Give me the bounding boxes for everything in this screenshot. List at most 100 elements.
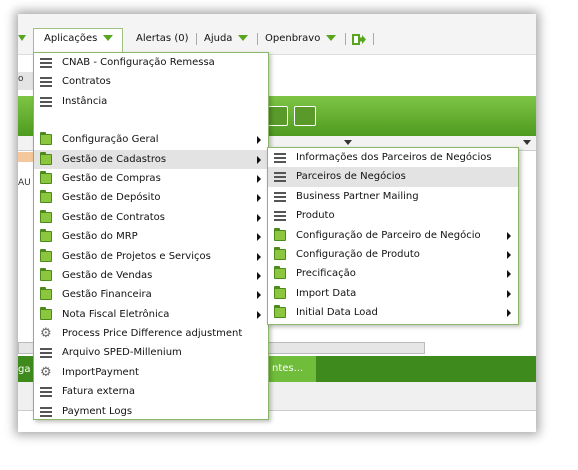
folder-icon — [40, 190, 52, 204]
chevron-right-icon — [257, 136, 261, 145]
background-label: ga — [18, 364, 31, 375]
chevron-right-icon — [507, 270, 511, 279]
menu-item-label: Configuração Geral — [62, 134, 159, 146]
left-caret-fragment — [18, 31, 26, 47]
folder-icon — [274, 246, 286, 260]
menu-item[interactable]: Gestão de Vendas — [34, 266, 268, 285]
list-icon — [40, 95, 52, 107]
menu-item-label: Contratos — [62, 76, 111, 88]
folder-icon — [40, 209, 52, 223]
list-icon — [40, 76, 52, 88]
divider — [345, 33, 346, 45]
menu-item[interactable]: ⚙ Process Price Difference adjustment — [34, 324, 268, 343]
menu-item[interactable]: Payment Logs — [34, 402, 268, 421]
folder-icon — [40, 151, 52, 165]
chevron-right-icon — [257, 155, 261, 164]
gestao-de-cadastros-submenu: Informações dos Parceiros de Negócios Par… — [267, 147, 519, 325]
gear-icon: ⚙ — [40, 364, 52, 380]
menu-item-label: Configuração de Parceiro de Negócio — [296, 229, 481, 241]
menu-item-label: Gestão do MRP — [62, 231, 138, 243]
chevron-right-icon — [257, 310, 261, 319]
chevron-right-icon — [257, 174, 261, 183]
chevron-right-icon — [507, 250, 511, 259]
menu-separator — [34, 111, 268, 130]
menu-item-label: Gestão Financeira — [62, 289, 152, 301]
menu-item-label: Arquivo SPED-Millenium — [62, 347, 182, 359]
menu-item[interactable]: Configuração de Produto — [268, 245, 518, 264]
folder-icon — [40, 248, 52, 262]
menu-item[interactable]: Instância — [34, 92, 268, 111]
menu-item-label: Precificação — [296, 268, 356, 280]
column-dropdown-icon[interactable] — [344, 140, 352, 145]
folder-icon — [40, 132, 52, 146]
menu-item[interactable]: ⚙ ImportPayment — [34, 363, 268, 382]
menu-item-label: Gestão de Projetos e Serviços — [62, 250, 211, 262]
chevron-right-icon — [507, 309, 511, 318]
menu-item[interactable]: Gestão de Depósito — [34, 188, 268, 207]
applications-label: Aplicações — [44, 33, 98, 44]
menu-item[interactable]: Configuração de Parceiro de Negócio — [268, 226, 518, 245]
folder-icon — [274, 305, 286, 319]
menu-item[interactable]: Gestão de Projetos e Serviços — [34, 247, 268, 266]
openbravo-menu-button[interactable]: Openbravo — [265, 31, 337, 47]
list-icon — [274, 171, 286, 183]
bottom-tab[interactable]: ntes... — [268, 356, 316, 382]
chevron-right-icon — [257, 194, 261, 203]
menu-item[interactable]: Business Partner Mailing — [268, 187, 518, 206]
list-icon — [274, 152, 286, 163]
background-label: o — [18, 74, 24, 84]
menu-item-label: Informações dos Parceiros de Negócios — [296, 152, 492, 163]
menu-item-label: Import Data — [296, 287, 357, 299]
folder-icon — [40, 287, 52, 301]
folder-icon — [274, 285, 286, 299]
menu-item-label: CNAB - Configuração Remessa — [62, 57, 215, 68]
help-menu-button[interactable]: Ajuda — [204, 31, 249, 47]
menu-item[interactable]: Informações dos Parceiros de Negócios — [268, 148, 518, 167]
menu-item[interactable]: Gestão do MRP — [34, 227, 268, 246]
menu-item[interactable]: Contratos — [34, 72, 268, 91]
menu-item[interactable]: CNAB - Configuração Remessa — [34, 53, 268, 72]
menu-item[interactable]: Initial Data Load — [268, 303, 518, 322]
alerts-link[interactable]: Alertas (0) — [136, 31, 189, 47]
menu-item[interactable]: Gestão de Cadastros — [34, 149, 268, 169]
folder-icon — [274, 227, 286, 241]
list-icon — [274, 210, 286, 222]
chevron-down-icon — [103, 35, 114, 41]
list-icon — [40, 57, 52, 68]
menu-item[interactable]: Fatura externa — [34, 382, 268, 401]
toolbar-window-icon[interactable] — [294, 106, 316, 126]
menu-item[interactable]: Gestão Financeira — [34, 285, 268, 304]
folder-icon — [40, 229, 52, 243]
list-icon — [40, 405, 52, 417]
menu-item-label: Instância — [62, 95, 108, 107]
menu-item-label: Produto — [296, 210, 335, 222]
menu-item[interactable]: Gestão de Contratos — [34, 208, 268, 227]
list-icon — [40, 347, 52, 359]
menu-item[interactable]: Parceiros de Negócios — [268, 167, 518, 187]
menu-item[interactable]: Nota Fiscal Eletrônica — [34, 305, 268, 324]
menu-item-label: Process Price Difference adjustment — [62, 328, 243, 340]
menu-item[interactable]: Gestão de Compras — [34, 169, 268, 188]
column-dropdown-icon[interactable] — [523, 140, 531, 145]
menu-item[interactable]: Produto — [268, 206, 518, 225]
chevron-right-icon — [257, 271, 261, 280]
chevron-right-icon — [257, 213, 261, 222]
menu-item-label: Gestão de Depósito — [62, 192, 161, 204]
divider — [257, 33, 258, 45]
list-icon — [40, 386, 52, 398]
help-label: Ajuda — [204, 33, 233, 44]
logout-icon[interactable] — [352, 34, 366, 45]
menu-item-label: Initial Data Load — [296, 307, 378, 319]
applications-menu-button[interactable]: Aplicações — [44, 31, 114, 47]
menu-item-label: Business Partner Mailing — [296, 190, 419, 202]
menu-item[interactable]: Precificação — [268, 264, 518, 283]
menu-item[interactable]: Import Data — [268, 284, 518, 303]
background-label: AU — [18, 178, 31, 188]
toolbar-tool-icon[interactable] — [266, 106, 288, 126]
menu-item[interactable]: Configuração Geral — [34, 130, 268, 149]
applications-dropdown-menu: CNAB - Configuração Remessa Contratos Inst… — [33, 52, 269, 420]
chevron-right-icon — [257, 233, 261, 242]
menu-item[interactable]: Arquivo SPED-Millenium — [34, 343, 268, 362]
menu-item-label: Gestão de Vendas — [62, 269, 153, 281]
divider — [373, 33, 374, 45]
